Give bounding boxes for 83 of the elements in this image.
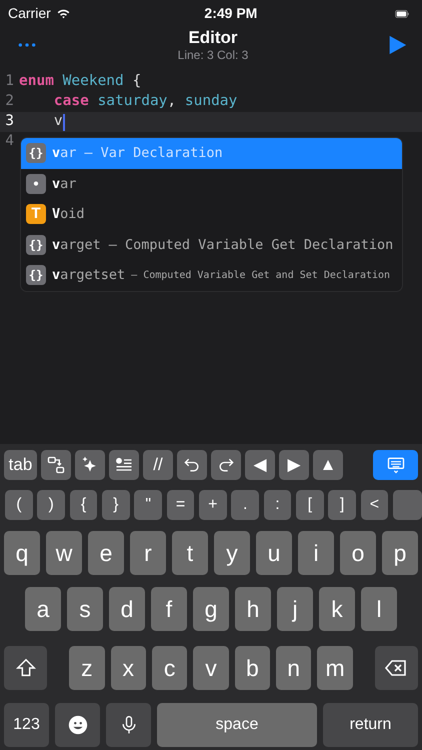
- letter-key[interactable]: l: [361, 587, 397, 631]
- letter-key[interactable]: v: [193, 646, 229, 690]
- symbol-kind-icon: {}: [26, 143, 46, 164]
- delete-key[interactable]: [374, 646, 418, 690]
- symbol-key[interactable]: .: [231, 490, 260, 520]
- symbol-key[interactable]: {: [70, 490, 98, 520]
- keyboard-hide-button[interactable]: [373, 450, 418, 480]
- letter-key[interactable]: k: [319, 587, 355, 631]
- line-number: 4: [4, 132, 14, 152]
- letter-key[interactable]: h: [235, 587, 271, 631]
- delete-icon: [384, 658, 408, 678]
- cursor-position: Line: 3 Col: 3: [178, 48, 248, 62]
- letter-key[interactable]: n: [276, 646, 312, 690]
- symbol-key[interactable]: [: [296, 490, 324, 520]
- symbol-key[interactable]: }: [102, 490, 130, 520]
- swap-icon: [46, 455, 66, 475]
- nav-title: Editor: [187, 28, 239, 48]
- letter-key[interactable]: z: [69, 646, 105, 690]
- letter-key[interactable]: m: [317, 646, 353, 690]
- completion-item[interactable]: {} varget – Computed Variable Get Declaration: [21, 230, 402, 260]
- symbol-key[interactable]: ]: [328, 490, 356, 520]
- status-time: 2:49 PM: [204, 4, 258, 23]
- symbol-kind-icon: •: [26, 174, 46, 194]
- letter-key[interactable]: o: [340, 531, 376, 575]
- letter-key[interactable]: i: [298, 531, 334, 575]
- letter-key[interactable]: g: [193, 587, 229, 631]
- letter-key[interactable]: q: [4, 531, 40, 575]
- redo-button[interactable]: [211, 450, 241, 480]
- undo-button[interactable]: [177, 450, 207, 480]
- letter-key[interactable]: w: [46, 531, 82, 575]
- letter-key[interactable]: s: [67, 587, 103, 631]
- symbol-key[interactable]: =: [166, 490, 194, 520]
- letter-key[interactable]: u: [256, 531, 292, 575]
- letter-key[interactable]: e: [88, 531, 124, 575]
- symbol-key[interactable]: ": [134, 490, 162, 520]
- letter-key[interactable]: a: [25, 587, 61, 631]
- symbol-key[interactable]: +: [198, 490, 227, 520]
- text-cursor: [62, 114, 65, 130]
- symbol-key[interactable]: ): [37, 490, 66, 520]
- symbol-key[interactable]: <: [360, 490, 388, 520]
- letter-key[interactable]: t: [172, 531, 208, 575]
- completion-item[interactable]: {} vargetset – Computed Variable Get and Set Declaration: [21, 260, 402, 290]
- microphone-key[interactable]: [106, 703, 151, 747]
- symbol-kind-icon: {}: [26, 265, 46, 286]
- toolbar-key[interactable]: ▶: [279, 450, 309, 480]
- swap-button[interactable]: [41, 450, 71, 480]
- emoji-key[interactable]: [55, 703, 100, 747]
- completion-item[interactable]: {} var – Var Declaration: [21, 138, 402, 168]
- symbol-kind-icon: {}: [26, 234, 46, 255]
- letter-key[interactable]: j: [277, 587, 313, 631]
- sparkle-button[interactable]: [75, 450, 105, 480]
- letter-key[interactable]: c: [152, 646, 188, 690]
- letter-key[interactable]: p: [382, 531, 418, 575]
- return-key[interactable]: return: [323, 703, 418, 747]
- carrier-label: Carrier: [8, 4, 51, 23]
- keyboard-hide-icon: [386, 455, 406, 475]
- toolbar-key[interactable]: tab: [4, 450, 37, 480]
- emoji-icon: [66, 714, 88, 736]
- letter-key[interactable]: x: [110, 646, 146, 690]
- line-number: 1: [4, 72, 14, 92]
- letter-key[interactable]: r: [130, 531, 166, 575]
- numbers-key[interactable]: 123: [4, 703, 49, 747]
- shift-icon: [14, 657, 37, 679]
- toolbar-key[interactable]: //: [143, 450, 173, 480]
- completion-item[interactable]: • var: [21, 168, 402, 199]
- code-line: v: [52, 112, 63, 132]
- toolbar-key[interactable]: ▲: [313, 450, 343, 480]
- shift-key[interactable]: [4, 646, 48, 690]
- symbol-key[interactable]: (: [5, 490, 33, 520]
- space-key[interactable]: space: [157, 703, 317, 747]
- code-line: case saturday, sunday: [52, 92, 238, 112]
- letter-key[interactable]: b: [234, 646, 270, 690]
- line-number: 2: [4, 92, 14, 112]
- symbol-kind-icon: T: [26, 204, 46, 224]
- symbol-key[interactable]: :: [264, 490, 292, 520]
- code-line: enum Weekend {: [19, 72, 142, 92]
- letter-key[interactable]: y: [214, 531, 250, 575]
- completion-item[interactable]: T Void: [21, 199, 402, 230]
- toolbar-key[interactable]: ◀: [245, 450, 275, 480]
- letter-key[interactable]: d: [109, 587, 145, 631]
- checklist-button[interactable]: [109, 450, 139, 480]
- line-number: 3: [4, 112, 14, 132]
- letter-key[interactable]: f: [151, 587, 187, 631]
